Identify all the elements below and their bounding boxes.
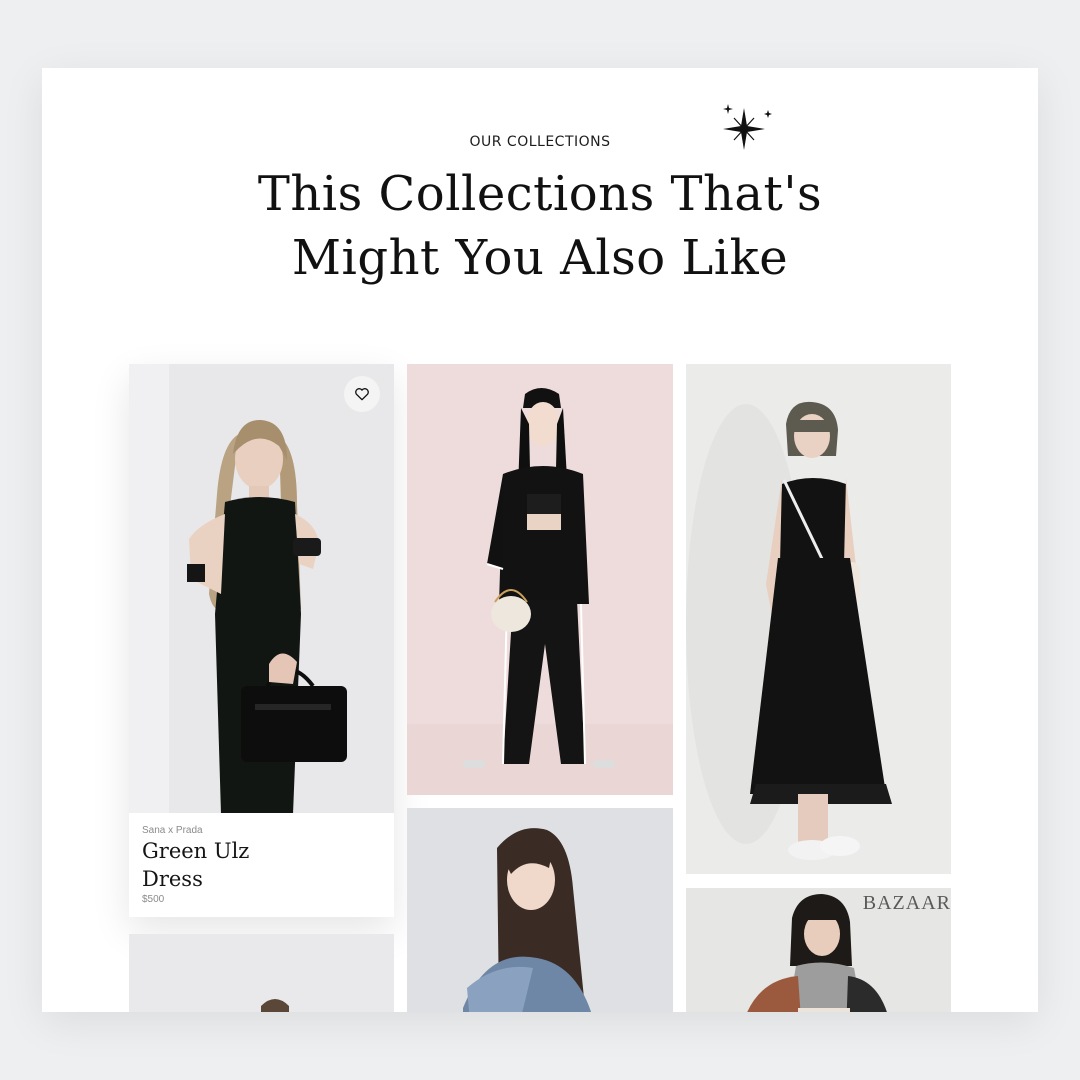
section-eyebrow: OUR COLLECTIONS bbox=[469, 134, 611, 150]
product-photo bbox=[407, 808, 673, 1012]
product-photo bbox=[407, 364, 673, 795]
collection-tile[interactable] bbox=[129, 934, 394, 1012]
favorite-button[interactable] bbox=[344, 376, 380, 412]
magazine-logo: BAZAAR bbox=[862, 892, 951, 914]
product-card[interactable]: Sana x Prada Green Ulz Dress $500 bbox=[129, 364, 394, 917]
page-title: This Collections That's Might You Also L… bbox=[42, 162, 1038, 290]
collections-section: OUR COLLECTIONS This Collections That's … bbox=[42, 68, 1038, 1012]
product-info: Sana x Prada Green Ulz Dress $500 bbox=[129, 813, 394, 917]
product-photo bbox=[686, 364, 951, 874]
heart-outline-icon bbox=[355, 388, 369, 401]
product-photo bbox=[129, 934, 394, 1012]
product-name[interactable]: Green Ulz Dress bbox=[142, 837, 302, 893]
collection-tile[interactable] bbox=[407, 808, 673, 1012]
title-line-2: Might You Also Like bbox=[291, 230, 789, 286]
product-price: $500 bbox=[142, 894, 165, 905]
collection-tile[interactable] bbox=[686, 364, 951, 874]
sparkle-icon bbox=[723, 104, 772, 150]
collection-tile[interactable]: BAZAAR bbox=[686, 888, 951, 1012]
collection-tile[interactable] bbox=[407, 364, 673, 795]
title-line-1: This Collections That's bbox=[257, 166, 823, 222]
product-brand: Sana x Prada bbox=[142, 825, 203, 836]
